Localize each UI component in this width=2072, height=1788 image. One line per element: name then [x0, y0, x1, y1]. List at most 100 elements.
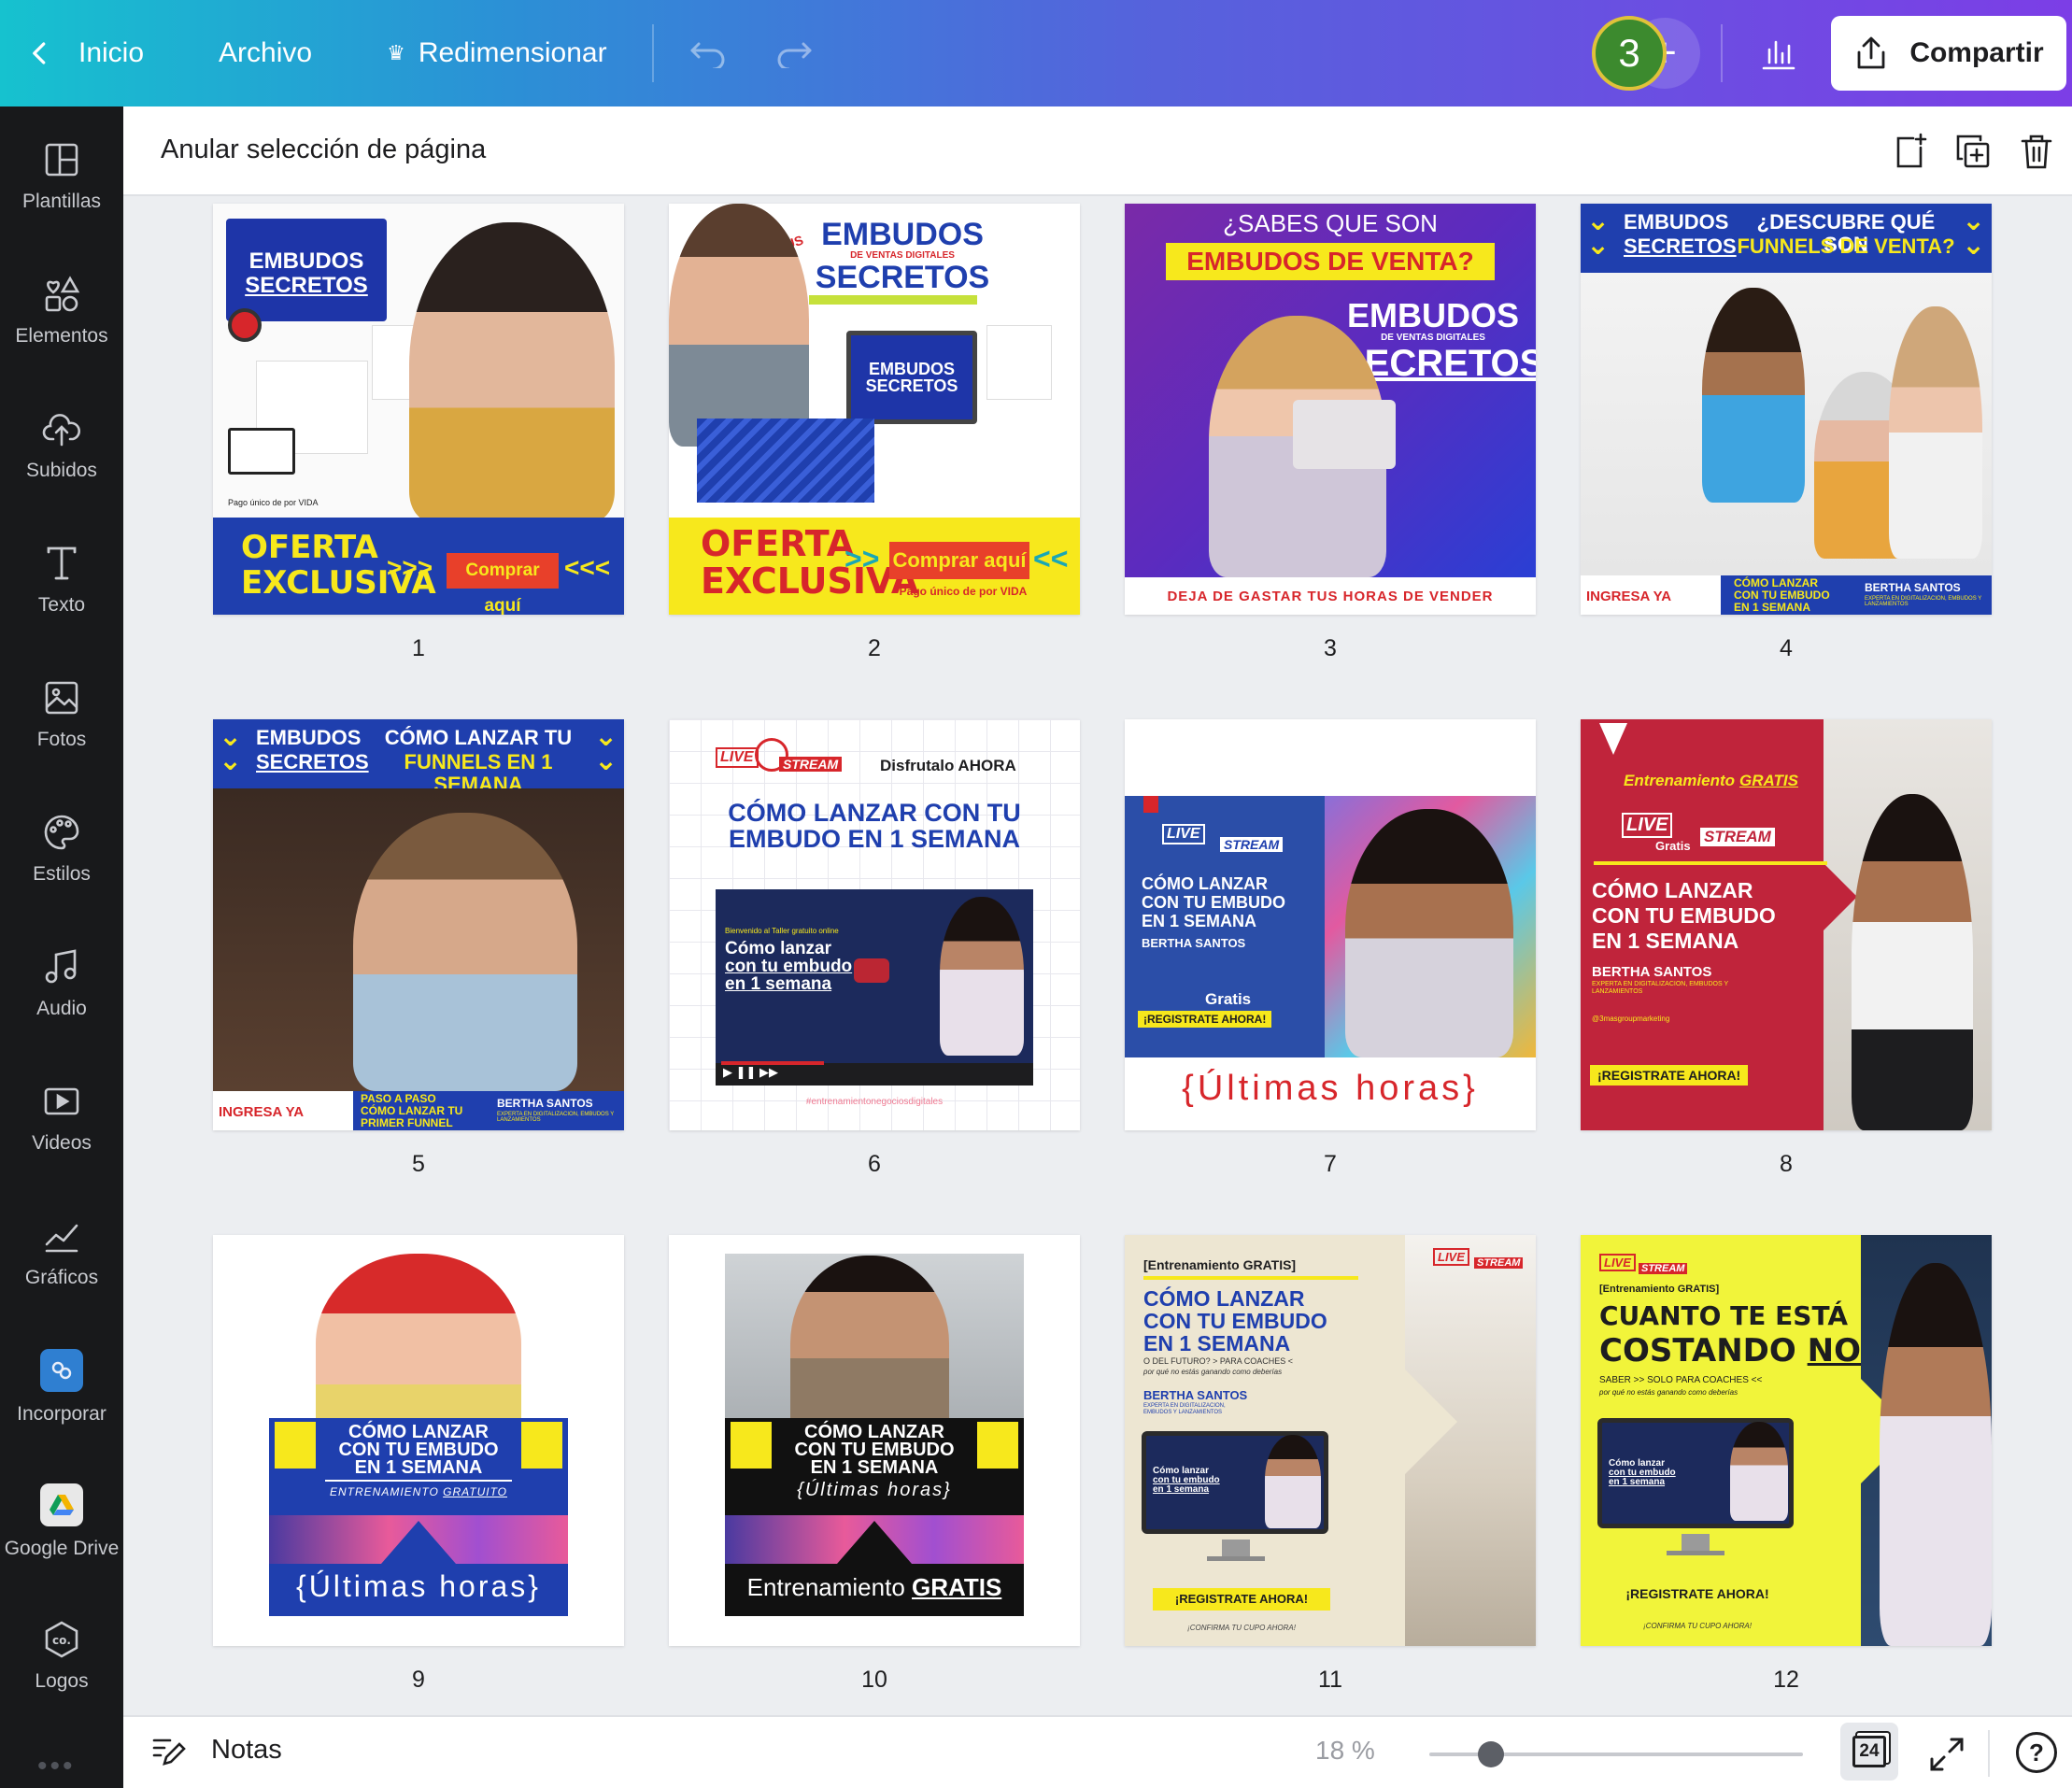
thumb-text: ¡REGISTRATE AHORA!	[1153, 1588, 1330, 1611]
thumb-text: SECRETOS	[245, 273, 368, 298]
photos-icon	[45, 681, 78, 715]
more-dots-icon[interactable]: •••	[37, 1751, 76, 1782]
avatar[interactable]: 3	[1592, 16, 1667, 91]
page-thumbnail-3[interactable]: ¿SABES QUE SON EMBUDOS DE VENTA? EMBUDOS…	[1125, 204, 1536, 615]
notes-pencil-icon	[152, 1738, 186, 1766]
page-thumbnail-8[interactable]: Entrenamiento GRATIS LIVE STREAM Gratis …	[1581, 719, 1992, 1130]
thumb-text: EMBUDOS	[1624, 210, 1729, 234]
page-thumbnail-4[interactable]: ⌄ ⌄ EMBUDOS SECRETOS ¿DESCUBRE QUÉ SON FU…	[1581, 204, 1992, 615]
thumb-text: LIVE	[1162, 824, 1205, 844]
thumb-text: @3masgroupmarketing	[1592, 1015, 1670, 1023]
thumb-text: [Entrenamiento GRATIS]	[1599, 1284, 1720, 1295]
laptop-icon	[228, 428, 295, 475]
page-thumbnail-6[interactable]: LIVE STREAM Disfrutalo AHORA CÓMO LANZAR…	[669, 719, 1080, 1130]
thumb-text: Disfrutalo AHORA	[880, 757, 1016, 774]
add-page-icon[interactable]	[1887, 129, 1932, 174]
thumb-text: EN 1 SEMANA	[1143, 1331, 1291, 1355]
thumb-text: LIVE	[1622, 813, 1673, 838]
thumb-text: FUNNELS DE VENTA?	[1737, 234, 1955, 258]
page-thumbnail-9[interactable]: CÓMO LANZAR CON TU EMBUDO EN 1 SEMANA EN…	[213, 1235, 624, 1646]
page-number: 11	[1318, 1667, 1342, 1693]
thumb-text: ¡CONFIRMA TU CUPO AHORA!	[1643, 1622, 1752, 1630]
page-number: 8	[1780, 1151, 1793, 1177]
insights-chart-icon[interactable]	[1741, 16, 1816, 91]
page-thumbnail-1[interactable]: EMBUDOS SECRETOS Pago único de por VIDA …	[213, 204, 624, 615]
redo-icon[interactable]	[775, 0, 813, 106]
thumb-text: EMBUDOS	[248, 248, 364, 274]
thumb-text: OFERTA	[701, 523, 855, 564]
templates-icon	[45, 143, 78, 177]
back-chevron-icon[interactable]	[26, 0, 54, 106]
thumb-text: COSTANDO	[1599, 1332, 1796, 1369]
thumb-text: CÓMO LANZAR TU	[384, 726, 573, 749]
sidebar-item-uploads[interactable]: Subidos	[0, 396, 123, 518]
sidebar-item-label: Fotos	[36, 729, 87, 750]
resize-button[interactable]: ♛ Redimensionar	[387, 0, 607, 106]
thumb-text: EMBUDOS	[868, 360, 955, 378]
thumb-text: Bienvenido al Taller gratuito online	[725, 927, 839, 935]
sidebar-item-label: Google Drive	[4, 1538, 120, 1559]
sidebar-item-logos[interactable]: co. Logos	[0, 1607, 123, 1728]
man-photo	[669, 204, 809, 447]
embed-icon	[40, 1349, 83, 1392]
zoom-slider-handle[interactable]	[1478, 1741, 1504, 1767]
thumb-text: EN 1 SEMANA	[1734, 601, 1811, 614]
zoom-slider[interactable]	[1429, 1741, 1803, 1767]
thumb-text: STREAM	[1474, 1257, 1524, 1269]
sidebar-item-videos[interactable]: Videos	[0, 1069, 123, 1190]
sidebar-item-templates[interactable]: Plantillas	[0, 127, 123, 248]
sidebar-item-photos[interactable]: Fotos	[0, 665, 123, 787]
thumb-text: GRATIS	[1739, 772, 1798, 789]
share-button[interactable]: Compartir	[1831, 16, 2066, 91]
home-button[interactable]: Inicio	[78, 0, 144, 106]
thumb-text: ¡REGISTRATE AHORA!	[1625, 1586, 1769, 1601]
thumb-text: LIVE	[1433, 1248, 1469, 1266]
logos-icon: co.	[45, 1621, 78, 1658]
top-bar: Inicio Archivo ♛ Redimensionar + 3 Compa…	[0, 0, 2072, 106]
charts-icon	[45, 1224, 78, 1253]
delete-page-icon[interactable]	[2014, 129, 2059, 174]
page-thumbnail-12[interactable]: LIVE STREAM [Entrenamiento GRATIS] CUANT…	[1581, 1235, 1992, 1646]
thumb-text: CON TU EMBUDO	[1143, 1309, 1327, 1333]
sidebar-item-elements[interactable]: Elementos	[0, 262, 123, 383]
deselect-page-button[interactable]: Anular selección de página	[161, 135, 486, 165]
woman-photo	[1852, 794, 1973, 1130]
sidebar-item-embed[interactable]: Incorporar	[0, 1338, 123, 1459]
page-thumbnail-10[interactable]: CÓMO LANZAR CON TU EMBUDO EN 1 SEMANA {Ú…	[669, 1235, 1080, 1646]
woman-photo	[940, 897, 1024, 1056]
sidebar-item-text[interactable]: Texto	[0, 531, 123, 652]
styles-icon	[44, 815, 79, 850]
sidebar-item-label: Videos	[32, 1132, 92, 1154]
thumb-text: Gratis	[1655, 839, 1691, 853]
page-thumbnail-11[interactable]: LIVE STREAM [Entrenamiento GRATIS] CÓMO …	[1125, 1235, 1536, 1646]
page-thumbnail-5[interactable]: ⌄ ⌄ EMBUDOS SECRETOS CÓMO LANZAR TU FUNNE…	[213, 719, 624, 1130]
help-button[interactable]: ?	[2016, 1732, 2057, 1773]
sidebar-item-audio[interactable]: Audio	[0, 934, 123, 1056]
page-number: 12	[1773, 1667, 1799, 1693]
thumb-text: Comprar aquí	[447, 553, 559, 615]
page-thumbnail-2[interactable]: BONUS EMBUDOS DE VENTAS DIGITALES SECRET…	[669, 204, 1080, 615]
thumb-text: CON TU EMBUDO	[1142, 893, 1285, 912]
woman-photo	[1889, 306, 1982, 559]
file-menu-button[interactable]: Archivo	[219, 0, 312, 106]
woman-photo	[1265, 1435, 1321, 1528]
fullscreen-expand-icon[interactable]	[1926, 1734, 1967, 1775]
thumb-text: BERTHA SANTOS	[1592, 964, 1712, 980]
sidebar-item-label: Subidos	[26, 460, 97, 481]
sidebar-item-charts[interactable]: Gráficos	[0, 1203, 123, 1325]
duplicate-page-icon[interactable]	[1951, 129, 1995, 174]
sidebar-item-google-drive[interactable]: Google Drive	[0, 1472, 123, 1594]
page-number: 5	[412, 1151, 425, 1177]
man-celebrating-photo	[790, 1256, 949, 1439]
notes-button[interactable]: Notas	[151, 1732, 282, 1767]
bottom-divider	[1988, 1730, 1990, 1777]
grid-view-button[interactable]: 24	[1840, 1723, 1898, 1781]
thumb-text: GRATUITO	[443, 1485, 508, 1498]
sidebar-item-styles[interactable]: Estilos	[0, 800, 123, 921]
thumb-text: SABER >> SOLO PARA COACHES <<	[1599, 1375, 1763, 1385]
thumb-text: EMBUDOS	[256, 726, 362, 749]
thumb-text: LIVE	[1599, 1254, 1636, 1271]
undo-icon[interactable]	[689, 0, 727, 106]
page-thumbnail-7[interactable]: LIVE STREAM CÓMO LANZAR CON TU EMBUDO EN…	[1125, 719, 1536, 1130]
youtube-play-icon	[854, 958, 889, 983]
